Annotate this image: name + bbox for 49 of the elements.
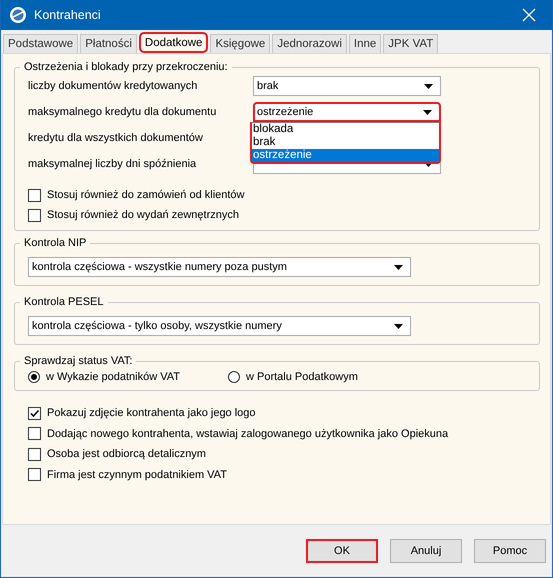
- close-icon: [522, 8, 536, 22]
- checkbox-label: Pokazuj zdjęcie kontrahenta jako jego logo: [47, 407, 256, 420]
- tab[interactable]: Jednorazowi: [272, 34, 347, 53]
- caret-icon: [424, 84, 433, 88]
- dropdown-option[interactable]: brak: [252, 136, 439, 149]
- tab[interactable]: JPK VAT: [383, 34, 438, 53]
- group-title: Kontrola NIP: [23, 237, 88, 249]
- radio-label: w Wykazie podatników VAT: [46, 371, 180, 383]
- checkbox[interactable]: [28, 468, 41, 482]
- field-label: maksymalnego kredytu dla dokumentu: [28, 106, 218, 118]
- group-title: Ostrzeżenia i blokady przy przekroczeniu:: [23, 61, 229, 73]
- field-label: kredytu dla wszystkich dokumentów: [28, 132, 204, 144]
- group-title: Kontrola PESEL: [23, 296, 104, 308]
- dropdown-field[interactable]: kontrola częściowa - wszystkie numery poza pustym: [28, 257, 411, 277]
- caret-icon: [394, 264, 403, 270]
- checkbox-label: Firma jest czynnym podatnikiem VAT: [47, 468, 227, 481]
- dropdown-option[interactable]: blokada: [252, 123, 439, 136]
- dropdown-field[interactable]: kontrola częściowa - tylko osoby, wszystkie numery: [28, 316, 411, 336]
- dropdown-option[interactable]: ostrzeżenie: [252, 149, 439, 162]
- field-label: liczby dokumentów kredytowanych: [28, 80, 198, 92]
- radio-button[interactable]: [228, 371, 240, 383]
- group-title: Sprawdzaj status VAT:: [23, 355, 134, 367]
- radio-label: w Portalu Podatkowym: [246, 371, 358, 383]
- window-title: Kontrahenci: [34, 8, 102, 22]
- radio-button[interactable]: [28, 371, 40, 383]
- tab[interactable]: Inne: [348, 34, 382, 53]
- field-label: maksymalnej liczby dni spóźnienia: [28, 158, 198, 170]
- checkbox-label: Stosuj również do wydań zewnętrznych: [47, 209, 239, 221]
- tab[interactable]: Płatności: [80, 34, 137, 53]
- checkbox[interactable]: [28, 427, 41, 440]
- checkbox[interactable]: [28, 208, 41, 222]
- dialog-button[interactable]: Pomoc: [474, 539, 546, 563]
- dropdown-field[interactable]: brak: [253, 76, 441, 96]
- tab[interactable]: Podstawowe: [3, 34, 78, 53]
- app-logo-icon: [9, 6, 27, 24]
- checkbox[interactable]: [28, 406, 41, 420]
- check-icon: [29, 408, 40, 419]
- checkbox-label: Stosuj również do zamówień od klientów: [47, 189, 244, 201]
- tab[interactable]: Dodatkowe: [138, 32, 208, 53]
- caret-icon: [394, 324, 403, 328]
- checkbox-label: Dodając nowego kontrahenta, wstawiaj zalogowanego użytkownika jako Opiekuna: [47, 428, 448, 440]
- dialog-button[interactable]: Anuluj: [390, 539, 462, 563]
- caret-icon: [423, 110, 432, 114]
- tab[interactable]: Księgowe: [210, 34, 270, 53]
- dialog-button[interactable]: OK: [306, 539, 378, 563]
- checkbox-label: Osoba jest odbiorcą detalicznym: [47, 448, 206, 460]
- checkbox[interactable]: [28, 188, 41, 202]
- checkbox[interactable]: [28, 448, 41, 461]
- dropdown-field[interactable]: ostrzeżenie: [253, 102, 441, 122]
